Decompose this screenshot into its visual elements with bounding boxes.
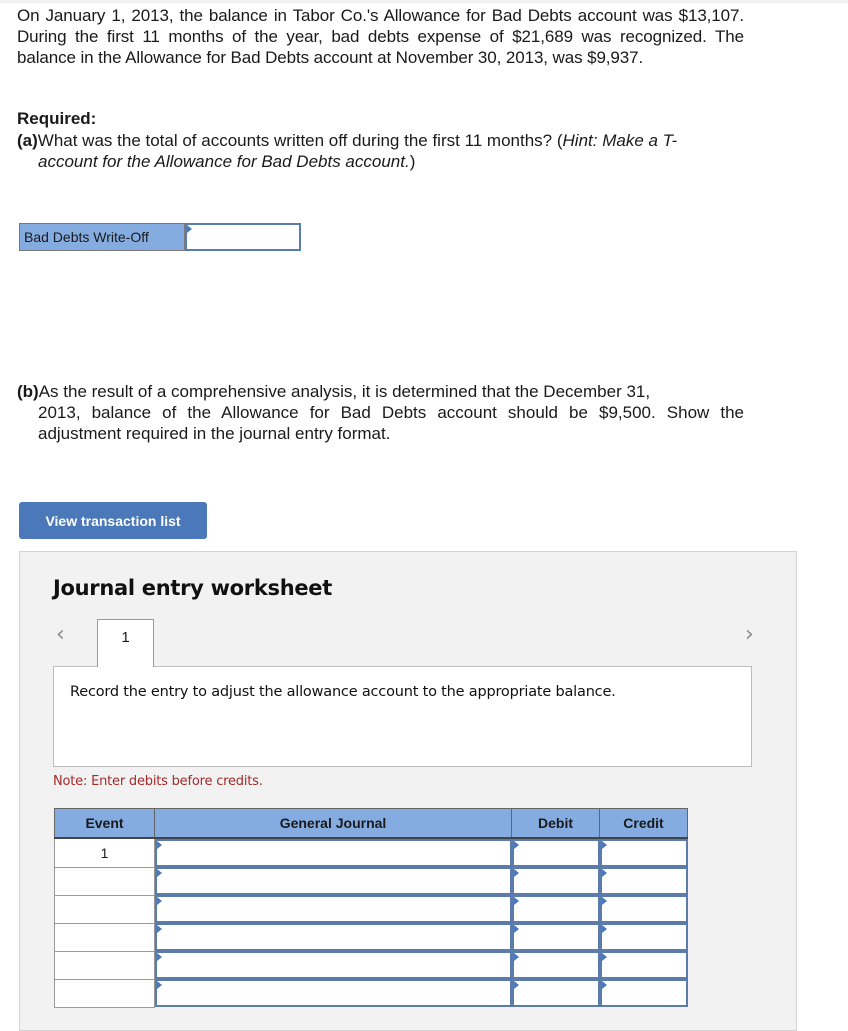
input-marker-icon bbox=[513, 869, 519, 877]
input-marker-icon bbox=[601, 841, 607, 849]
problem-intro: On January 1, 2013, the balance in Tabor… bbox=[17, 6, 744, 67]
account-input[interactable] bbox=[155, 867, 512, 895]
input-marker-icon bbox=[513, 841, 519, 849]
credit-input[interactable] bbox=[599, 923, 688, 951]
tab-entry-1[interactable]: 1 bbox=[97, 619, 154, 667]
input-marker-icon bbox=[157, 925, 162, 933]
question-a-end: ) bbox=[409, 152, 416, 171]
top-divider bbox=[0, 0, 848, 3]
event-cell bbox=[54, 950, 155, 980]
event-cell bbox=[54, 866, 155, 896]
table-row bbox=[54, 950, 688, 980]
account-input[interactable] bbox=[155, 839, 512, 867]
table-row bbox=[54, 894, 688, 924]
chevron-left-icon[interactable]: ‹ bbox=[56, 623, 65, 647]
credit-input[interactable] bbox=[599, 979, 688, 1007]
account-input[interactable] bbox=[155, 923, 512, 951]
account-input[interactable] bbox=[155, 951, 512, 979]
table-row bbox=[54, 922, 688, 952]
account-input[interactable] bbox=[155, 895, 512, 923]
input-marker-icon bbox=[187, 225, 192, 233]
input-marker-icon bbox=[601, 953, 607, 961]
event-cell bbox=[54, 922, 155, 952]
header-event: Event bbox=[54, 808, 155, 839]
debit-input[interactable] bbox=[511, 895, 600, 923]
instruction-box: Record the entry to adjust the allowance… bbox=[53, 666, 752, 767]
question-b-text: As the result of a comprehensive analysi… bbox=[38, 382, 651, 401]
event-cell bbox=[54, 894, 155, 924]
input-marker-icon bbox=[157, 869, 162, 877]
input-marker-icon bbox=[601, 981, 607, 989]
input-marker-icon bbox=[157, 897, 162, 905]
chevron-right-icon[interactable]: › bbox=[745, 623, 754, 647]
instruction-text: Record the entry to adjust the allowance… bbox=[70, 684, 616, 700]
credit-input[interactable] bbox=[599, 867, 688, 895]
question-b-text-cont: 2013, balance of the Allowance for Bad D… bbox=[38, 403, 744, 443]
debit-input[interactable] bbox=[511, 839, 600, 867]
event-cell: 1 bbox=[54, 837, 155, 868]
required-label: Required: bbox=[17, 109, 97, 128]
table-row bbox=[54, 866, 688, 896]
debit-input[interactable] bbox=[511, 867, 600, 895]
table-row bbox=[54, 978, 688, 1008]
question-b-label: (b) bbox=[17, 382, 39, 401]
header-credit: Credit bbox=[599, 808, 688, 839]
view-transaction-list-button[interactable]: View transaction list bbox=[19, 502, 207, 539]
input-marker-icon bbox=[157, 841, 162, 849]
header-general-journal: General Journal bbox=[154, 808, 512, 839]
input-marker-icon bbox=[513, 953, 519, 961]
debit-input[interactable] bbox=[511, 951, 600, 979]
write-off-input[interactable] bbox=[185, 223, 301, 251]
input-marker-icon bbox=[157, 953, 162, 961]
worksheet-title: Journal entry worksheet bbox=[53, 576, 332, 600]
input-marker-icon bbox=[601, 869, 607, 877]
header-debit: Debit bbox=[511, 808, 600, 839]
debit-input[interactable] bbox=[511, 979, 600, 1007]
credit-input[interactable] bbox=[599, 951, 688, 979]
journal-entry-worksheet: Journal entry worksheet ‹ 1 › Record the… bbox=[19, 551, 797, 1031]
credit-input[interactable] bbox=[599, 839, 688, 867]
write-off-answer-row: Bad Debts Write-Off bbox=[19, 223, 301, 251]
question-b: (b)As the result of a comprehensive anal… bbox=[17, 381, 744, 444]
input-marker-icon bbox=[513, 897, 519, 905]
table-row: 1 bbox=[54, 837, 688, 868]
account-input[interactable] bbox=[155, 979, 512, 1007]
question-a: (a)What was the total of accounts writte… bbox=[17, 130, 744, 172]
credit-input[interactable] bbox=[599, 895, 688, 923]
debit-input[interactable] bbox=[511, 923, 600, 951]
event-cell bbox=[54, 978, 155, 1008]
question-a-text: What was the total of accounts written o… bbox=[37, 131, 563, 150]
note-text: Note: Enter debits before credits. bbox=[53, 774, 263, 789]
input-marker-icon bbox=[513, 925, 519, 933]
input-marker-icon bbox=[601, 897, 607, 905]
input-marker-icon bbox=[601, 925, 607, 933]
question-a-label: (a) bbox=[17, 131, 38, 150]
input-marker-icon bbox=[157, 981, 162, 989]
write-off-label: Bad Debts Write-Off bbox=[19, 223, 185, 251]
journal-table: Event General Journal Debit Credit 1 bbox=[54, 808, 688, 1008]
table-header-row: Event General Journal Debit Credit bbox=[54, 808, 688, 839]
question-a-hint-cont: account for the Allowance for Bad Debts … bbox=[38, 152, 410, 171]
question-a-hint: Hint: Make a T- bbox=[562, 131, 678, 150]
input-marker-icon bbox=[513, 981, 519, 989]
